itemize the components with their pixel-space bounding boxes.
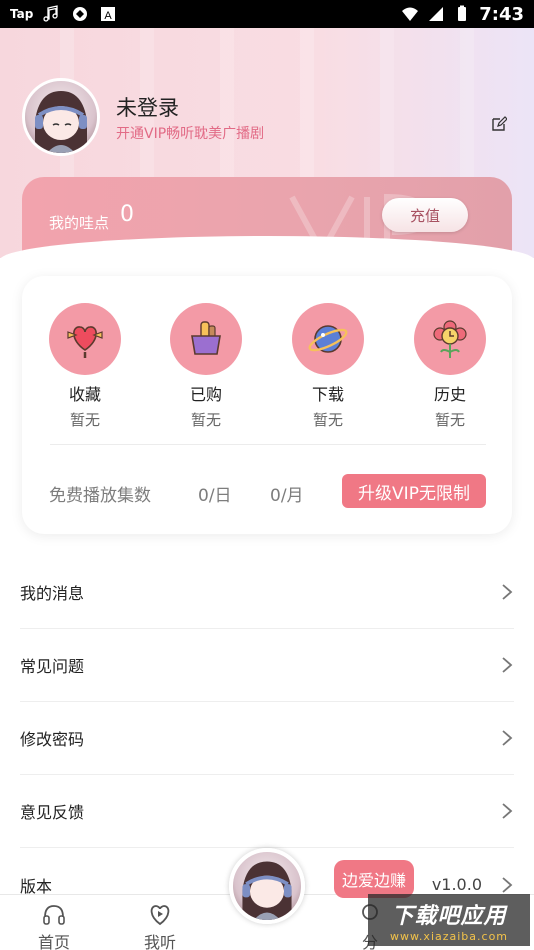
feature-history[interactable]: 历史 暂无 [400, 303, 500, 430]
menu-item-label: 版本 [20, 876, 53, 896]
svg-text:A: A [105, 10, 113, 22]
menu-item-messages[interactable]: 我的消息 [20, 556, 514, 629]
menu-item-label: 常见问题 [20, 657, 85, 676]
menu-item-feedback[interactable]: 意见反馈 [20, 775, 514, 848]
heart-play-icon [150, 905, 170, 926]
flower-clock-icon [433, 320, 467, 358]
nav-label: 我听 [143, 933, 176, 950]
nav-listen[interactable]: 我听 [130, 901, 190, 950]
username[interactable]: 未登录 [116, 92, 179, 122]
player-disc-button[interactable] [229, 848, 305, 924]
recharge-button[interactable]: 充值 [382, 198, 468, 232]
chevron-right-icon [502, 803, 513, 819]
status-bar: Tap A 7:43 [0, 0, 534, 28]
menu-item-change-password[interactable]: 修改密码 [20, 702, 514, 775]
feature-label: 已购 [189, 385, 222, 404]
status-time: 7:43 [479, 3, 524, 25]
feature-sub: 暂无 [190, 411, 221, 429]
free-play-label: 免费播放集数 [49, 486, 151, 506]
music-note-icon [43, 5, 58, 22]
battery-icon [458, 5, 467, 21]
divider [50, 444, 486, 445]
signal-icon [429, 7, 444, 21]
avatar[interactable] [22, 78, 100, 156]
free-play-daily: 0/日 [198, 486, 232, 506]
wallet-curve [0, 236, 534, 276]
avatar-illustration-icon [35, 91, 87, 153]
planet-icon [308, 325, 348, 353]
menu-item-label: 我的消息 [20, 584, 85, 603]
avatar-illustration-icon [242, 861, 292, 920]
menu-item-faq[interactable]: 常见问题 [20, 629, 514, 702]
chevron-right-icon [502, 876, 513, 893]
feature-card: 收藏 暂无 已购 暂无 下载 暂无 历史 暂无 免费播放集数 0/日 0/月 升… [22, 276, 512, 534]
shopping-basket-icon [191, 321, 221, 355]
wifi-icon [402, 7, 419, 21]
watermark-main: 下载吧应用 [391, 904, 507, 929]
feature-label: 收藏 [68, 385, 101, 404]
watermark-url: www.xiazaiba.com [389, 930, 509, 943]
earn-promo-badge[interactable]: 边爱边赚 [334, 860, 414, 898]
feature-purchased[interactable]: 已购 暂无 [156, 303, 256, 430]
nav-home[interactable]: 首页 [24, 901, 84, 950]
feature-label: 下载 [311, 385, 344, 404]
wallet-value: 0 [120, 202, 134, 227]
feature-downloads[interactable]: 下载 暂无 [278, 303, 378, 430]
chevron-right-icon [502, 584, 513, 600]
vip-promo-text[interactable]: 开通VIP畅听耽美广播剧 [116, 123, 264, 143]
feature-sub: 暂无 [434, 411, 465, 429]
feature-label: 历史 [433, 385, 466, 404]
feature-sub: 暂无 [312, 411, 343, 429]
nav-label: 首页 [37, 933, 70, 950]
headphones-icon [43, 905, 65, 925]
feature-favorites[interactable]: 收藏 暂无 [35, 303, 135, 430]
a-icon: A [101, 7, 116, 22]
upgrade-vip-button[interactable]: 升级VIP无限制 [342, 474, 486, 508]
sync-icon [73, 7, 88, 21]
menu-item-label: 修改密码 [20, 730, 85, 749]
chevron-right-icon [502, 657, 513, 673]
menu-item-label: 意见反馈 [20, 803, 85, 822]
feature-sub: 暂无 [69, 411, 100, 429]
watermark: 下载吧应用 www.xiazaiba.com [368, 894, 530, 946]
edit-icon[interactable] [491, 116, 507, 132]
version-value: v1.0.0 [431, 875, 482, 894]
lollipop-heart-icon [67, 326, 103, 358]
chevron-right-icon [502, 730, 513, 746]
free-play-monthly: 0/月 [270, 486, 304, 506]
wallet-label: 我的哇点 [49, 214, 110, 232]
status-app-text: Tap [10, 7, 34, 21]
